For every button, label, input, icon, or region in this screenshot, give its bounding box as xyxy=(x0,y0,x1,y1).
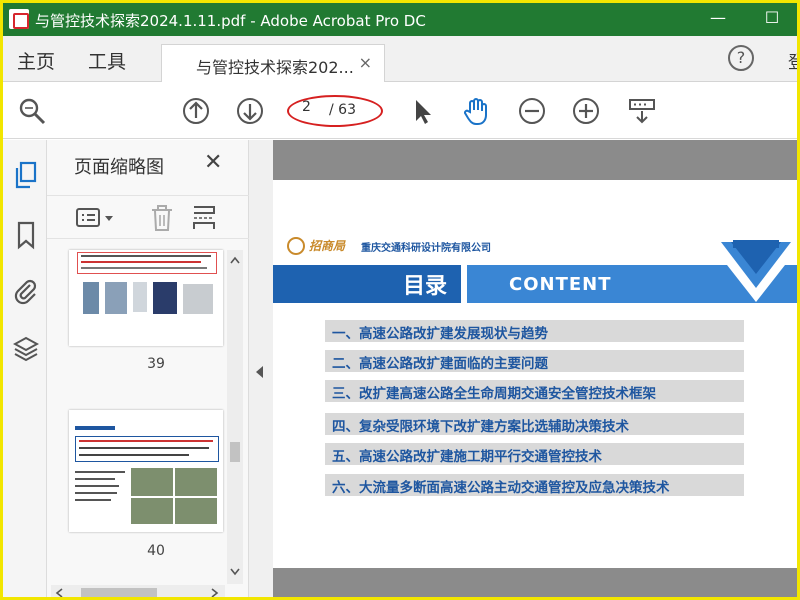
maximize-button[interactable]: ☐ xyxy=(757,7,787,31)
zoom-search-icon[interactable] xyxy=(17,96,47,126)
navigation-rail xyxy=(3,140,47,597)
thumbnails-vertical-scrollbar[interactable] xyxy=(227,250,243,584)
document-view[interactable]: 招商局 重庆交通科研设计院有限公司 目录 CONTENT 一、高速公路改扩建发展… xyxy=(273,140,797,597)
toc-item-text: 一、高速公路改扩建发展现状与趋势 xyxy=(332,326,548,342)
thumbnail-page-number: 40 xyxy=(147,543,165,559)
window-title: 与管控技术探索2024.1.11.pdf - Adobe Acrobat Pro… xyxy=(35,12,426,30)
toc-item[interactable]: 五、高速公路改扩建施工期平行交通管控技术 xyxy=(325,443,744,465)
thumbnail-page-39[interactable] xyxy=(69,250,223,346)
logo-company-name: 重庆交通科研设计院有限公司 xyxy=(361,243,491,254)
page-thumbnails-icon[interactable] xyxy=(13,160,39,190)
toc-item[interactable]: 二、高速公路改扩建面临的主要问题 xyxy=(325,350,744,372)
home-tab[interactable]: 主页 xyxy=(17,47,55,74)
toc-item[interactable]: 六、大流量多断面高速公路主动交通管控及应急决策技术 xyxy=(325,474,744,496)
page-number-input[interactable]: 2 xyxy=(294,99,324,121)
bookmarks-icon[interactable] xyxy=(13,220,39,250)
document-tab-label: 与管控技术探索202... xyxy=(196,58,354,77)
close-panel-button[interactable]: ✕ xyxy=(204,150,222,175)
page-top-band xyxy=(273,140,797,180)
logo-brand-text: 招商局 xyxy=(309,239,346,253)
collapse-arrow-icon[interactable] xyxy=(256,366,263,378)
toc-item-text: 四、复杂受限环境下改扩建方案比选辅助决策技术 xyxy=(332,419,629,435)
vertical-scroll-thumb[interactable] xyxy=(230,442,240,462)
thumbnails-horizontal-scrollbar[interactable] xyxy=(51,585,225,598)
thumbnail-page-40[interactable] xyxy=(69,410,223,532)
title-bar: 与管控技术探索2024.1.11.pdf - Adobe Acrobat Pro… xyxy=(3,3,797,36)
previous-page-icon[interactable] xyxy=(181,96,211,126)
scroll-left-icon[interactable] xyxy=(55,588,63,598)
heading-en: CONTENT xyxy=(509,274,612,295)
company-logo-mark xyxy=(287,237,305,255)
panel-collapse-strip[interactable] xyxy=(249,140,273,597)
next-page-icon[interactable] xyxy=(235,96,265,126)
menu-bar: 主页 工具 与管控技术探索202... × ? 登 xyxy=(3,36,797,82)
trash-icon[interactable] xyxy=(149,204,175,232)
thumbnail-options-icon[interactable] xyxy=(75,206,115,230)
toc-item-text: 二、高速公路改扩建面临的主要问题 xyxy=(332,356,548,372)
page-total: / 63 xyxy=(329,102,356,118)
layers-icon[interactable] xyxy=(13,334,39,364)
page-bottom-band xyxy=(273,568,797,597)
heading-cn: 目录 xyxy=(403,274,448,299)
zoom-in-icon[interactable] xyxy=(571,96,601,126)
thumbnails-header: 页面缩略图 xyxy=(74,157,164,178)
thumbnails-panel: 页面缩略图 ✕ 39 40 xyxy=(47,140,249,598)
thumbnail-page-number: 39 xyxy=(147,356,165,372)
toc-item-text: 五、高速公路改扩建施工期平行交通管控技术 xyxy=(332,449,602,465)
minimize-button[interactable]: — xyxy=(703,7,733,31)
close-tab-button[interactable]: × xyxy=(359,53,372,72)
toc-item[interactable]: 三、改扩建高速公路全生命周期交通安全管控技术框架 xyxy=(325,380,744,402)
insert-page-icon[interactable] xyxy=(191,204,217,232)
window-frame: 与管控技术探索2024.1.11.pdf - Adobe Acrobat Pro… xyxy=(0,0,800,600)
horizontal-scroll-thumb[interactable] xyxy=(81,588,157,597)
scroll-up-icon[interactable] xyxy=(230,256,240,264)
toc-item[interactable]: 一、高速公路改扩建发展现状与趋势 xyxy=(325,320,744,342)
help-button[interactable]: ? xyxy=(728,45,754,71)
attachments-icon[interactable] xyxy=(13,276,39,306)
sign-in-link[interactable]: 登 xyxy=(788,48,797,73)
triangle-decoration xyxy=(709,240,797,302)
thumbnails-toolbar xyxy=(47,195,249,239)
document-tab[interactable]: 与管控技术探索202... × xyxy=(161,44,385,82)
page-display-icon[interactable] xyxy=(627,96,657,126)
toolbar: 2 / 63 xyxy=(3,83,797,139)
scroll-right-icon[interactable] xyxy=(211,588,219,598)
hand-tool-icon[interactable] xyxy=(461,96,491,126)
toc-item-text: 三、改扩建高速公路全生命周期交通安全管控技术框架 xyxy=(332,386,656,402)
scroll-down-icon[interactable] xyxy=(230,568,240,576)
acrobat-app-icon xyxy=(9,9,29,29)
toc-item-text: 六、大流量多断面高速公路主动交通管控及应急决策技术 xyxy=(332,480,670,496)
zoom-out-icon[interactable] xyxy=(517,96,547,126)
select-cursor-icon[interactable] xyxy=(407,96,437,126)
tools-tab[interactable]: 工具 xyxy=(88,47,126,74)
toc-item[interactable]: 四、复杂受限环境下改扩建方案比选辅助决策技术 xyxy=(325,413,744,435)
